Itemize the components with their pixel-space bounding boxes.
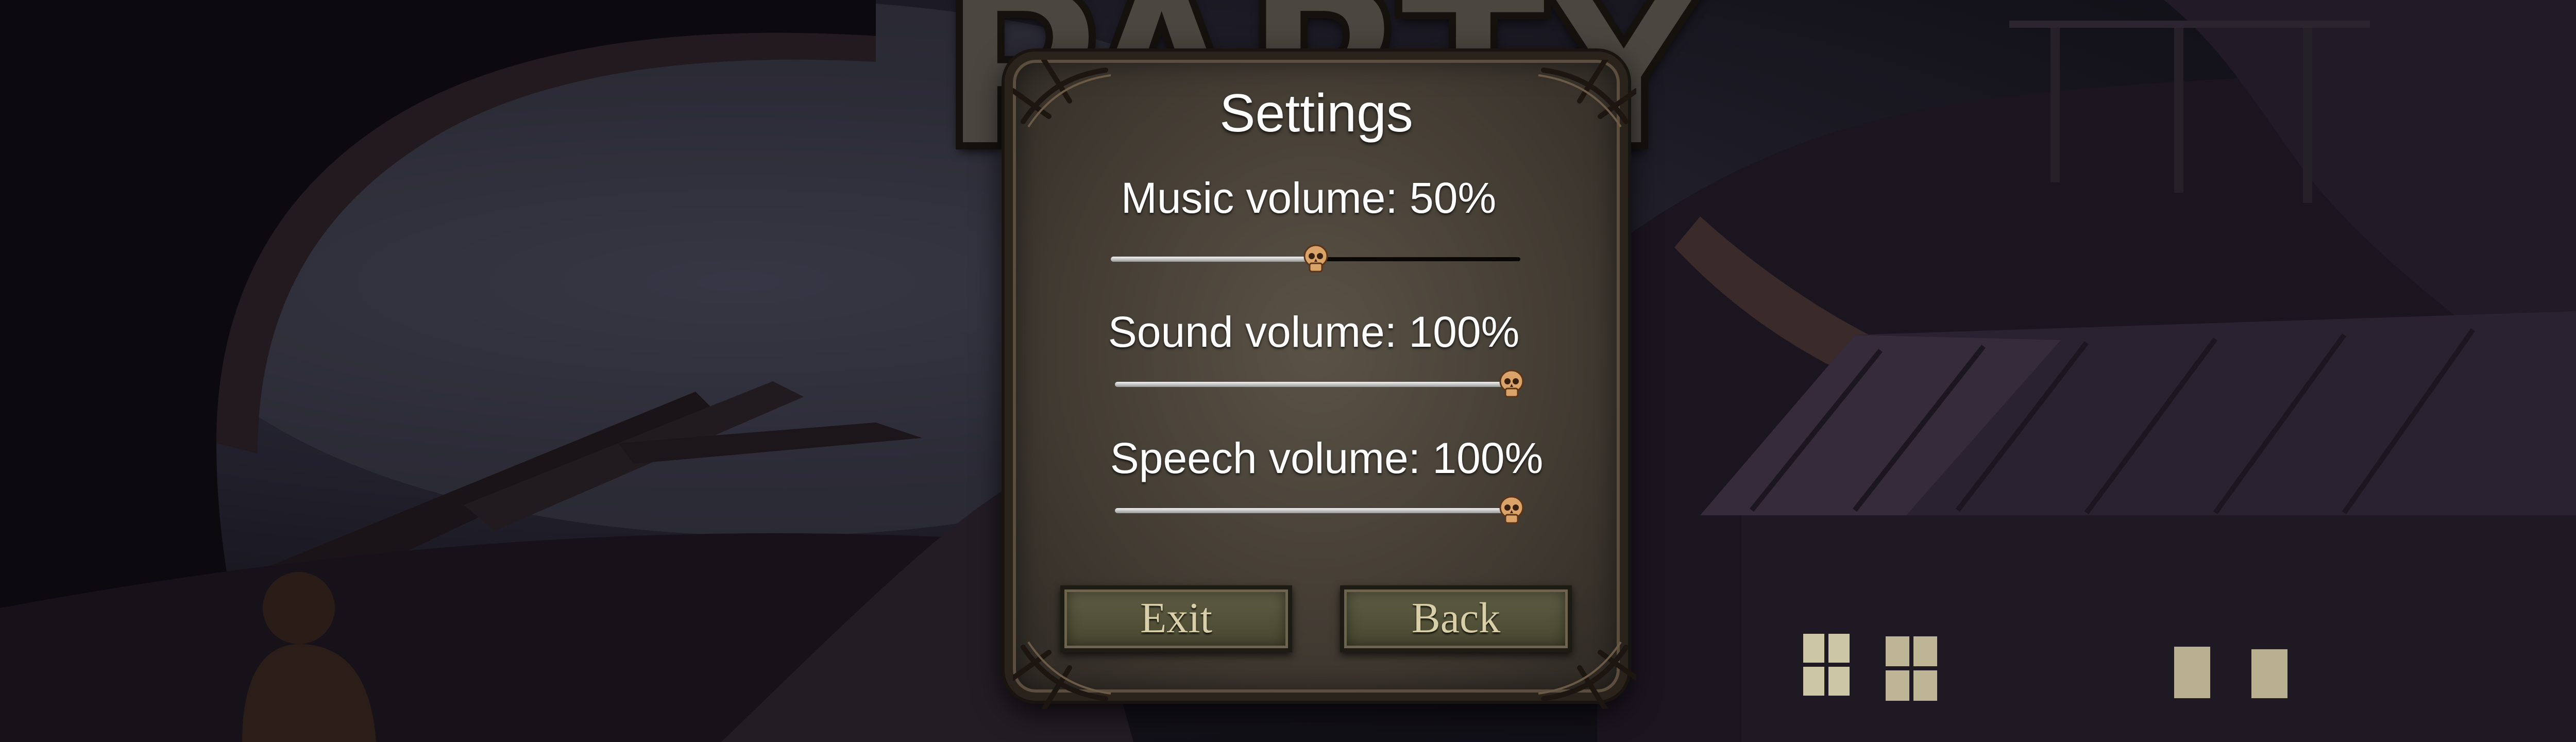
slider-fill — [1111, 257, 1316, 262]
slider-fill — [1115, 382, 1512, 387]
exit-button[interactable]: Exit — [1060, 585, 1292, 652]
settings-panel: Settings Music volume: 50% Sound volume:… — [1005, 52, 1636, 709]
speech-volume-slider[interactable] — [1115, 495, 1524, 526]
game-scene: PARTY — [0, 0, 2576, 742]
music-volume-label: Music volume: 50% — [1121, 174, 1497, 222]
skull-slider-thumb-icon[interactable] — [1302, 244, 1330, 275]
sound-volume-slider[interactable] — [1115, 369, 1524, 400]
back-button[interactable]: Back — [1340, 585, 1572, 652]
skull-slider-thumb-icon[interactable] — [1498, 369, 1526, 400]
settings-title: Settings — [1219, 83, 1413, 143]
music-volume-slider[interactable] — [1111, 244, 1520, 275]
speech-volume-label: Speech volume: 100% — [1110, 434, 1544, 482]
sound-volume-label: Sound volume: 100% — [1108, 308, 1520, 356]
skull-slider-thumb-icon[interactable] — [1498, 495, 1526, 526]
slider-fill — [1115, 508, 1512, 513]
